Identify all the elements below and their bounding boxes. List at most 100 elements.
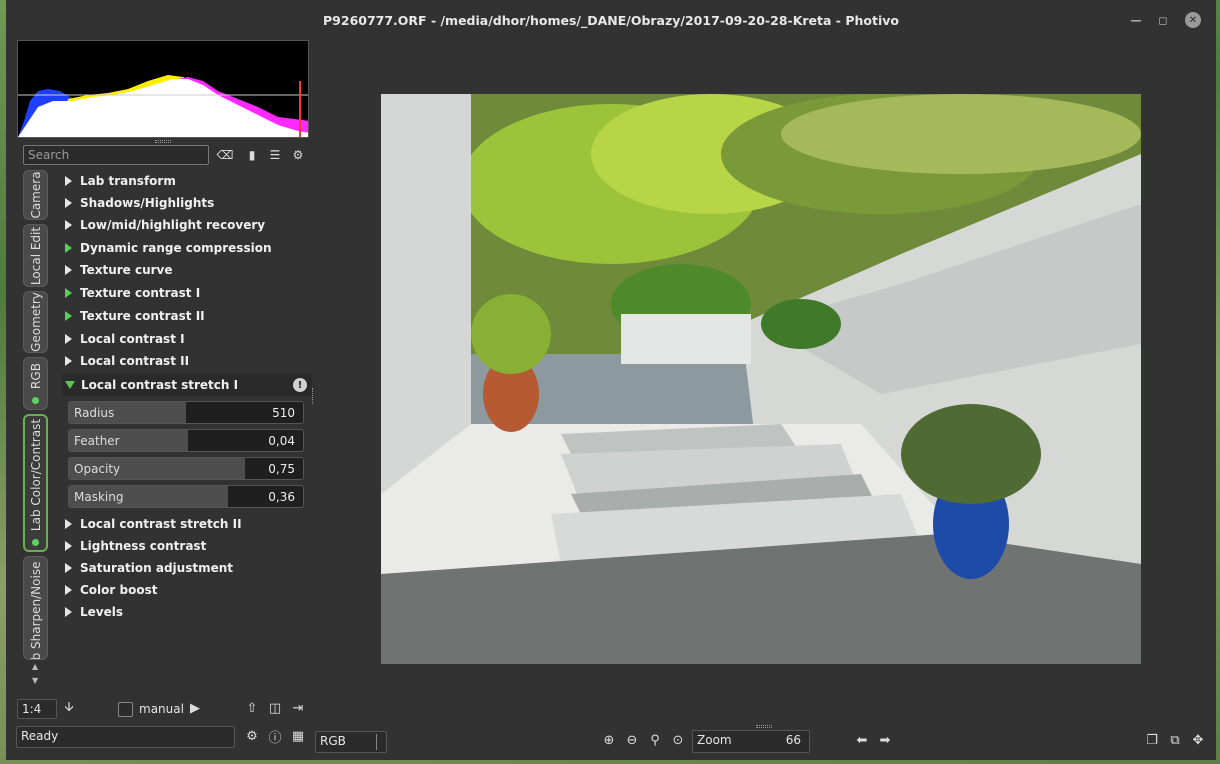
zoom-fit-icon[interactable]: ⚲ <box>646 731 664 749</box>
tab-local-edit-label: Local Edit <box>28 226 43 285</box>
clear-search-icon[interactable]: ⌫ <box>216 146 234 164</box>
download-arrow-icon[interactable]: 🡫 <box>60 700 78 718</box>
section-low-mid-highlight-recovery[interactable]: Low/mid/highlight recovery <box>64 215 265 235</box>
status-grid-icon[interactable]: ▦ <box>289 727 307 745</box>
expand-arrow-icon <box>65 220 72 230</box>
tab-lab-color-contrast-label: Lab Color/Contrast <box>28 418 43 532</box>
zoom-field[interactable]: Zoom 66 <box>692 730 810 753</box>
expand-arrow-icon <box>65 334 72 344</box>
section-color-boost[interactable]: Color boost <box>64 580 157 600</box>
zoom-label: Zoom <box>697 733 732 747</box>
section-saturation-adjustment[interactable]: Saturation adjustment <box>64 558 233 578</box>
section-local-contrast-1[interactable]: Local contrast I <box>64 329 185 349</box>
status-field: Ready <box>16 726 235 748</box>
section-texture-contrast-1[interactable]: Texture contrast I <box>64 283 200 303</box>
tab-lab-color-contrast[interactable]: Lab Color/Contrast <box>23 414 48 552</box>
section-label: Color boost <box>80 583 158 597</box>
image-preview[interactable] <box>381 94 1141 664</box>
zoom-100-icon[interactable]: ⊙ <box>669 731 687 749</box>
tab-geometry-label: Geometry <box>28 292 43 352</box>
section-label: Dynamic range compression <box>80 241 272 255</box>
move-icon[interactable]: ✥ <box>1189 731 1207 749</box>
export-icon[interactable]: ⇧ <box>243 699 261 717</box>
close-icon[interactable]: ✕ <box>1185 12 1201 28</box>
tab-rgb-label: RGB <box>28 362 43 389</box>
expand-arrow-icon <box>65 607 72 617</box>
zoom-out-icon[interactable]: ⊖ <box>623 731 641 749</box>
section-label: Texture contrast I <box>80 286 201 300</box>
expand-arrow-icon <box>65 519 72 529</box>
panel-splitter-grip[interactable] <box>312 388 314 404</box>
expand-arrow-icon <box>65 563 72 573</box>
section-label: Shadows/Highlights <box>80 196 215 210</box>
masking-slider[interactable]: Masking 0,36 <box>68 485 304 508</box>
feather-slider[interactable]: Feather 0,04 <box>68 429 304 452</box>
maximize-icon[interactable]: ◻ <box>1155 12 1171 28</box>
tab-lab-sharpen-noise-label: Lab Sharpen/Noise <box>28 561 43 660</box>
more-icon[interactable]: ⇥ <box>289 699 307 717</box>
menu-icon[interactable]: ☰ <box>266 146 284 164</box>
section-label: Local contrast stretch II <box>80 517 242 531</box>
compare-icon[interactable]: ◫ <box>266 699 284 717</box>
colorspace-select[interactable]: RGB <box>315 731 387 753</box>
tab-local-edit[interactable]: Local Edit <box>23 224 48 287</box>
next-arrow-icon[interactable]: ➡ <box>876 731 894 749</box>
play-icon[interactable]: ▶ <box>186 699 204 717</box>
section-lab-transform[interactable]: Lab transform <box>64 171 176 191</box>
section-local-contrast-2[interactable]: Local contrast II <box>64 351 189 371</box>
tab-lab-sharpen-noise[interactable]: Lab Sharpen/Noise <box>23 556 48 660</box>
histogram-resize-grip[interactable] <box>155 140 171 143</box>
tab-camera[interactable]: Camera <box>23 170 48 220</box>
expand-arrow-active-icon <box>65 288 72 298</box>
status-info-icon[interactable]: ⓘ <box>266 727 284 746</box>
tab-rgb[interactable]: RGB <box>23 357 48 410</box>
section-levels[interactable]: Levels <box>64 602 123 622</box>
opacity-slider[interactable]: Opacity 0,75 <box>68 457 304 480</box>
section-local-contrast-stretch-2[interactable]: Local contrast stretch II <box>64 514 242 534</box>
tab-rgb-active-dot <box>32 397 39 404</box>
settings-gear-icon[interactable]: ⚙ <box>289 146 307 164</box>
zoom-in-icon[interactable]: ⊕ <box>600 731 618 749</box>
info-icon[interactable]: ! <box>293 378 307 392</box>
tab-scroll-up-icon[interactable]: ▲ <box>32 662 38 671</box>
expand-arrow-icon <box>65 198 72 208</box>
section-label: Local contrast II <box>80 354 190 368</box>
bookmark-icon[interactable]: ▮ <box>243 146 261 164</box>
section-local-contrast-stretch-1[interactable]: Local contrast stretch I ! <box>62 374 312 396</box>
section-texture-contrast-2[interactable]: Texture contrast II <box>64 306 205 326</box>
section-lightness-contrast[interactable]: Lightness contrast <box>64 536 206 556</box>
layout-icon[interactable]: ⧉ <box>1166 731 1184 749</box>
manual-checkbox[interactable] <box>118 702 133 717</box>
slider-label: Radius <box>74 406 115 420</box>
slider-value: 0,04 <box>268 434 295 448</box>
section-label: Texture curve <box>80 263 173 277</box>
radius-slider[interactable]: Radius 510 <box>68 401 304 424</box>
title-bar: P9260777.ORF - /media/dhor/homes/_DANE/O… <box>6 0 1216 40</box>
minimize-icon[interactable]: — <box>1128 12 1144 28</box>
slider-label: Masking <box>74 490 124 504</box>
window-title: P9260777.ORF - /media/dhor/homes/_DANE/O… <box>323 13 899 28</box>
previous-arrow-icon[interactable]: ⬅ <box>853 731 871 749</box>
expand-arrow-icon <box>65 265 72 275</box>
section-texture-curve[interactable]: Texture curve <box>64 260 173 280</box>
bottom-splitter-grip[interactable] <box>756 725 772 728</box>
scale-selector[interactable]: 1:4 <box>17 699 57 719</box>
expand-arrow-icon <box>65 356 72 366</box>
tab-camera-label: Camera <box>28 171 43 219</box>
tab-scroll-down-icon[interactable]: ▼ <box>32 676 38 685</box>
search-input[interactable]: Search <box>23 145 209 165</box>
slider-label: Feather <box>74 434 120 448</box>
section-shadows-highlights[interactable]: Shadows/Highlights <box>64 193 214 213</box>
zoom-value: 66 <box>785 733 801 747</box>
expand-arrow-icon <box>65 585 72 595</box>
tab-lab-color-active-dot <box>32 539 39 546</box>
fullscreen-icon[interactable]: ❐ <box>1143 731 1161 749</box>
status-settings-icon[interactable]: ⚙ <box>243 727 261 745</box>
tab-geometry[interactable]: Geometry <box>23 291 48 353</box>
slider-value: 510 <box>272 406 295 420</box>
section-dynamic-range-compression[interactable]: Dynamic range compression <box>64 238 272 258</box>
manual-label: manual <box>139 702 184 716</box>
section-label: Saturation adjustment <box>80 561 233 575</box>
expand-arrow-icon <box>65 176 72 186</box>
section-label: Local contrast I <box>80 332 185 346</box>
